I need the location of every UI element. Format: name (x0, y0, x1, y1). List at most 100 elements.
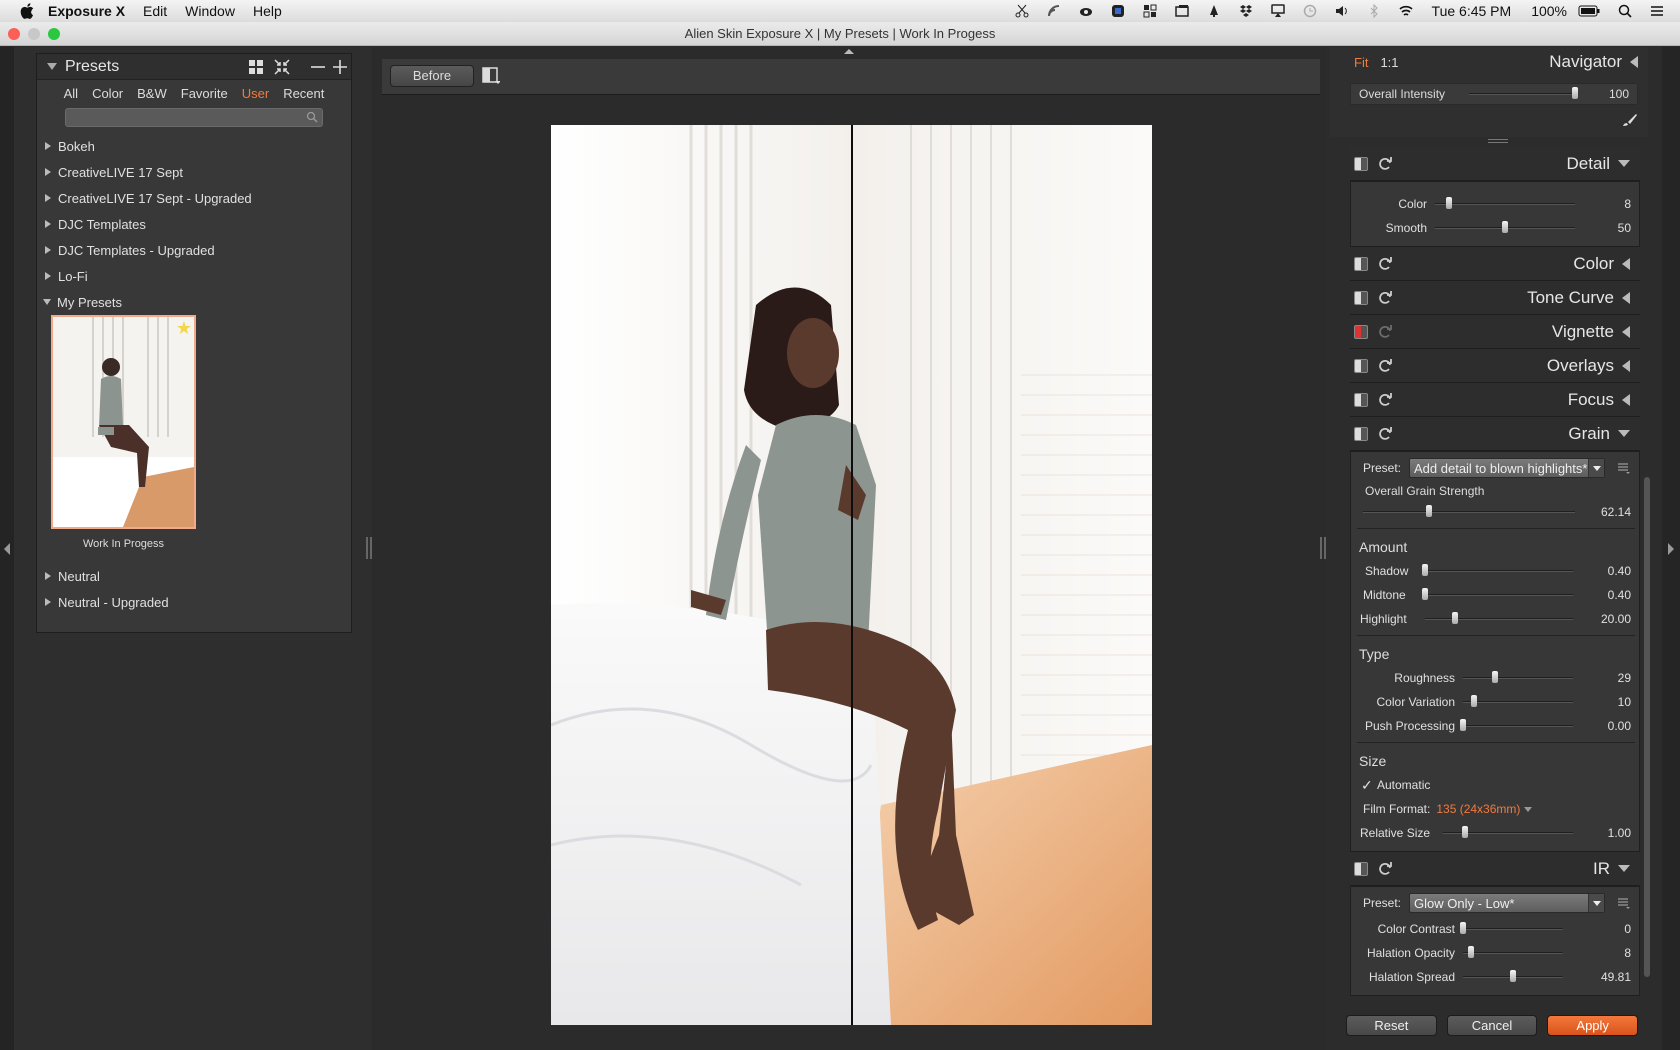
reset-panel-icon[interactable] (1377, 861, 1393, 877)
menu-window[interactable]: Window (185, 3, 235, 19)
intensity-slider[interactable] (1469, 87, 1578, 99)
bluetooth-icon[interactable] (1367, 4, 1381, 18)
photo-canvas[interactable] (551, 125, 1152, 1025)
slider-knob[interactable] (1422, 564, 1428, 576)
one-to-one-zoom-button[interactable]: 1:1 (1380, 55, 1398, 70)
relative-size-slider[interactable] (1443, 826, 1573, 838)
highlight-slider[interactable] (1425, 612, 1573, 624)
preset-group[interactable]: Neutral - Upgraded (37, 589, 351, 615)
expand-panel-icon[interactable] (1622, 393, 1630, 406)
grain-panel-header[interactable]: Grain (1350, 417, 1640, 451)
slider-knob[interactable] (1460, 719, 1466, 731)
chevron-down-icon[interactable] (1524, 806, 1533, 812)
preset-group[interactable]: Neutral (37, 563, 351, 589)
expand-panel-icon[interactable] (1622, 359, 1630, 372)
slider-knob[interactable] (1451, 612, 1458, 624)
preset-group[interactable]: Bokeh (37, 133, 351, 159)
apply-button[interactable]: Apply (1547, 1015, 1639, 1036)
tab-recent[interactable]: Recent (283, 86, 324, 106)
reset-panel-icon[interactable] (1377, 256, 1393, 272)
tone-curve-panel-header[interactable]: Tone Curve (1350, 281, 1640, 315)
collapse-presets-icon[interactable] (47, 63, 57, 70)
minimize-window-button[interactable] (28, 28, 40, 40)
dropbox-icon[interactable] (1239, 4, 1253, 18)
creative-cloud-icon[interactable] (1079, 4, 1093, 18)
fit-zoom-button[interactable]: Fit (1354, 55, 1368, 70)
scissors-icon[interactable] (1015, 4, 1029, 18)
slider-knob[interactable] (1425, 505, 1432, 517)
shadow-slider[interactable] (1422, 564, 1573, 576)
reset-button[interactable]: Reset (1346, 1015, 1437, 1036)
search-icon[interactable] (1618, 4, 1632, 18)
slider-knob[interactable] (1510, 970, 1516, 982)
collapse-top-icon[interactable] (842, 47, 856, 55)
collapse-panel-icon[interactable] (1618, 430, 1630, 437)
panel-divider-grip[interactable] (1488, 139, 1508, 143)
color-contrast-slider[interactable] (1460, 922, 1563, 934)
reset-panel-icon[interactable] (1377, 392, 1393, 408)
airplay-icon[interactable] (1270, 4, 1285, 18)
remove-preset-icon[interactable] (309, 58, 327, 76)
slider-knob[interactable] (1471, 695, 1477, 707)
color-variation-slider[interactable] (1463, 695, 1573, 707)
before-after-divider[interactable] (851, 125, 853, 1025)
automatic-checkbox[interactable]: ✓ (1357, 777, 1375, 794)
slider-knob[interactable] (1460, 922, 1466, 934)
preset-group[interactable]: CreativeLIVE 17 Sept (37, 159, 351, 185)
preset-search-input[interactable] (65, 108, 323, 127)
panel-toggle-icon[interactable] (1354, 426, 1368, 441)
expand-panel-icon[interactable] (1622, 325, 1630, 338)
panel-toggle-icon[interactable] (1354, 156, 1368, 171)
menu-edit[interactable]: Edit (143, 3, 167, 19)
cancel-button[interactable]: Cancel (1446, 1015, 1538, 1036)
slider-knob[interactable] (1468, 946, 1474, 958)
preset-group-expanded[interactable]: My Presets (37, 289, 351, 315)
menu-help[interactable]: Help (253, 3, 282, 19)
ir-preset-dropdown[interactable]: Glow Only - Low* (1409, 893, 1605, 913)
ir-panel-header[interactable]: IR (1350, 852, 1640, 886)
overlays-panel-header[interactable]: Overlays (1350, 349, 1640, 383)
reset-panel-icon[interactable] (1377, 290, 1393, 306)
bell-icon[interactable] (1207, 4, 1221, 18)
close-window-button[interactable] (8, 28, 20, 40)
tab-color[interactable]: Color (92, 86, 123, 106)
collapse-panel-icon[interactable] (1618, 865, 1630, 872)
battery-percent[interactable]: 100% (1531, 3, 1567, 19)
expand-panel-icon[interactable] (1622, 291, 1630, 304)
detail-smooth-slider[interactable] (1435, 221, 1575, 233)
timemachine-icon[interactable] (1303, 4, 1317, 18)
detail-panel-header[interactable]: Detail (1350, 147, 1640, 181)
panel-toggle-icon[interactable] (1354, 290, 1368, 305)
halation-spread-slider[interactable] (1463, 970, 1563, 982)
panel-toggle-icon[interactable] (1354, 861, 1368, 876)
stack-icon[interactable] (1174, 4, 1189, 18)
before-button[interactable]: Before (390, 65, 474, 87)
panel-toggle-icon[interactable] (1354, 324, 1368, 339)
volume-icon[interactable] (1335, 4, 1349, 18)
badge-icon[interactable] (1111, 4, 1125, 18)
right-edge-toggle[interactable] (1662, 47, 1680, 1050)
slider-knob[interactable] (1491, 671, 1498, 683)
slider-knob[interactable] (1572, 87, 1578, 99)
preset-group[interactable]: DJC Templates (37, 211, 351, 237)
focus-panel-header[interactable]: Focus (1350, 383, 1640, 417)
grid-view-icon[interactable] (247, 58, 265, 76)
wifi-icon[interactable] (1399, 4, 1413, 18)
add-preset-icon[interactable] (331, 58, 349, 76)
reset-panel-icon[interactable] (1377, 358, 1393, 374)
brush-icon[interactable] (1622, 113, 1638, 127)
expand-panel-icon[interactable] (1622, 257, 1630, 270)
battery-icon[interactable] (1578, 4, 1600, 18)
slider-knob[interactable] (1462, 826, 1469, 838)
halation-opacity-slider[interactable] (1463, 946, 1563, 958)
preset-menu-icon[interactable] (1617, 897, 1631, 909)
reset-panel-icon[interactable] (1377, 426, 1393, 442)
slider-knob[interactable] (1502, 221, 1508, 233)
detail-color-slider[interactable] (1435, 197, 1575, 209)
collapse-left-icon[interactable] (0, 539, 14, 559)
preset-group[interactable]: DJC Templates - Upgraded (37, 237, 351, 263)
slider-knob[interactable] (1422, 588, 1428, 600)
midtone-slider[interactable] (1422, 588, 1573, 600)
panel-toggle-icon[interactable] (1354, 358, 1368, 373)
collapse-right-icon[interactable] (1662, 539, 1680, 559)
